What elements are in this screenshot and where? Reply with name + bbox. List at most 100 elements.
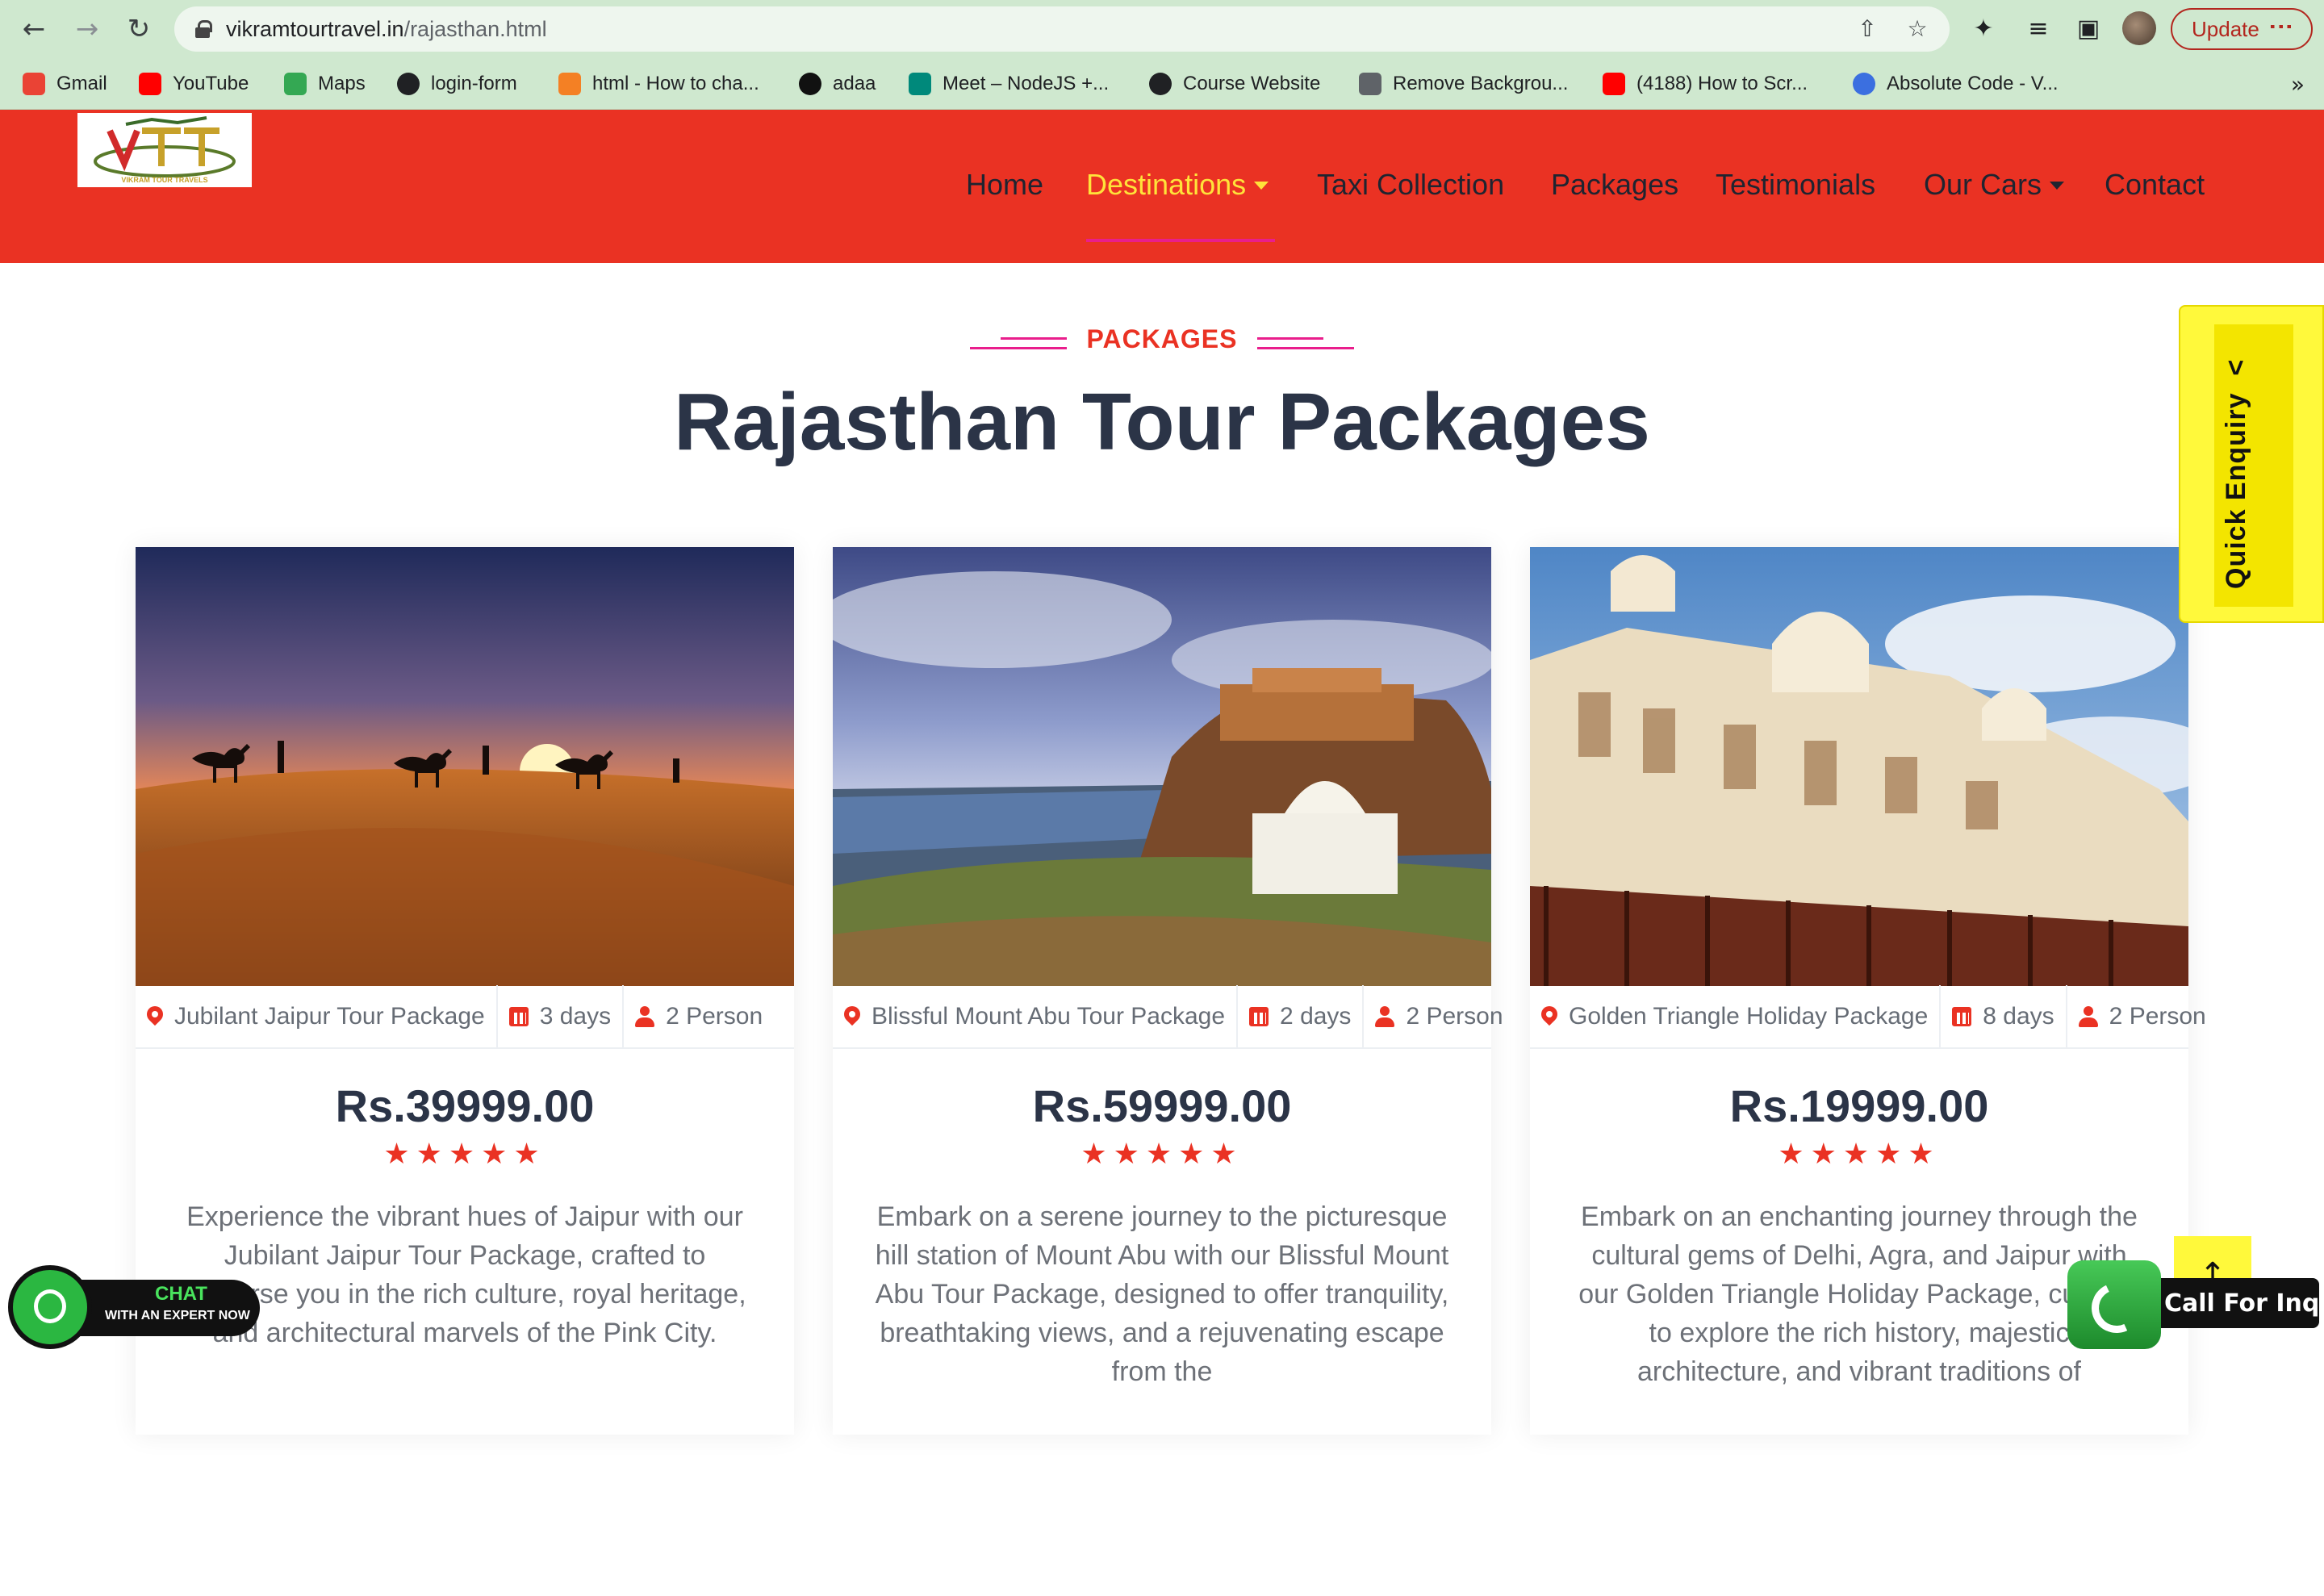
map-pin-icon [1541,1006,1557,1027]
package-duration: 8 days [1941,985,2067,1048]
svg-text:VIKRAM TOUR TRAVELS: VIKRAM TOUR TRAVELS [121,176,207,184]
meet-icon [909,73,931,95]
lock-icon[interactable] [195,20,212,38]
nav-packages[interactable]: Packages [1551,168,1678,202]
page-title: Rajasthan Tour Packages [674,377,1650,467]
section-eyebrow: PACKAGES [1086,324,1238,353]
package-price: Rs.59999.00 [1032,1080,1292,1131]
package-location: Golden Triangle Holiday Package [1530,985,1942,1048]
nav-destinations[interactable]: Destinations [1086,168,1269,202]
nav-testimonials[interactable]: Testimonials [1716,168,1875,202]
share-icon[interactable]: ⇧ [1854,16,1880,42]
forward-arrow-icon[interactable]: → [69,11,105,47]
nav-our-cars[interactable]: Our Cars [1924,168,2065,202]
user-icon [635,1006,655,1027]
package-description: Embark on an enchanting journey through … [1578,1201,2140,1387]
bookmark-absolute-code[interactable]: Absolute Code - V... [1853,69,2059,98]
user-icon [2078,1006,2098,1027]
bookmark-remove-background[interactable]: Remove Backgrou... [1359,69,1568,98]
package-card[interactable]: Blissful Mount Abu Tour Package 2 days 2… [833,547,1503,1435]
chevron-up-icon: < [2221,358,2251,376]
bookmark-star-icon[interactable]: ☆ [1904,16,1930,42]
logo-image: VIKRAM TOUR TRAVELS [94,116,236,184]
bookmark-adaa[interactable]: adaa [799,69,876,98]
stackoverflow-icon [558,73,581,95]
bookmark-maps[interactable]: Maps [284,69,366,98]
absolute-code-icon [1853,73,1875,95]
profile-avatar-icon[interactable] [2122,11,2156,45]
nav-taxi-collection[interactable]: Taxi Collection [1317,168,1504,202]
package-persons: 2 Person [2067,985,2217,1048]
call-label: Call For Inquiry [2164,1289,2324,1318]
package-image-desert[interactable] [136,547,794,986]
youtube-icon [1603,73,1625,95]
update-label: Update [2192,16,2259,41]
more-menu-icon[interactable]: ⋮ [2267,15,2295,37]
star-rating-icon: ★★★★★ [383,1138,546,1171]
package-location: Jubilant Jaipur Tour Package [136,985,498,1048]
chat-label: CHAT [155,1283,207,1305]
package-persons: 2 Person [624,985,774,1048]
package-duration: 3 days [498,985,625,1048]
chat-sublabel: WITH AN EXPERT NOW [105,1309,250,1322]
package-persons: 2 Person [1364,985,1514,1048]
package-duration: 2 days [1238,985,1365,1048]
bookmark-youtube-video[interactable]: (4188) How to Scr... [1603,69,1808,98]
maps-icon [284,73,307,95]
package-location: Blissful Mount Abu Tour Package [833,985,1239,1048]
star-rating-icon: ★★★★★ [1778,1138,1941,1171]
globe-icon [397,73,420,95]
chevron-down-icon [1254,182,1269,190]
quick-enquiry-tab[interactable]: Quick Enquiry < [2179,305,2324,623]
calendar-icon [1249,1007,1269,1026]
bookmark-stackoverflow[interactable]: html - How to cha... [558,69,759,98]
update-button[interactable]: Update ⋮ [2171,8,2313,50]
bookmark-login-form[interactable]: login-form [397,69,517,98]
bookmark-course-website[interactable]: Course Website [1149,69,1320,98]
extensions-icon[interactable]: ✦ [1967,13,2000,45]
package-price: Rs.39999.00 [335,1080,595,1131]
phone-icon [2067,1260,2161,1349]
reload-icon[interactable]: ↻ [121,11,157,47]
map-pin-icon [844,1006,860,1027]
globe-icon [1149,73,1172,95]
whatsapp-chat-button[interactable]: CHAT WITH AN EXPERT NOW [8,1265,260,1349]
package-image-fort[interactable] [833,547,1491,986]
bookmarks-overflow-icon[interactable]: » [2291,71,2305,98]
package-price: Rs.19999.00 [1729,1080,1989,1131]
nav-contact[interactable]: Contact [2105,168,2205,202]
nav-home[interactable]: Home [966,168,1043,202]
calendar-icon [508,1007,529,1026]
bookmark-gmail[interactable]: Gmail [23,69,107,98]
gmail-icon [23,73,45,95]
quick-enquiry-label: Quick Enquiry < [2221,358,2251,589]
whatsapp-chat-pill: CHAT WITH AN EXPERT NOW [73,1280,260,1336]
url-text[interactable]: vikramtourtravel.in/rajasthan.html [226,17,547,42]
chevron-down-icon [2050,182,2065,190]
call-for-inquiry-button[interactable]: Call For Inquiry [2067,1260,2324,1349]
address-bar[interactable]: vikramtourtravel.in/rajasthan.html ⇧ ☆ [174,6,1950,52]
package-description: Experience the vibrant hues of Jaipur wi… [183,1201,746,1348]
whatsapp-icon [8,1265,92,1349]
map-pin-icon [147,1006,163,1027]
active-nav-underline [1086,239,1275,242]
user-icon [1375,1006,1395,1027]
youtube-icon [139,73,161,95]
package-meta: Blissful Mount Abu Tour Package 2 days 2… [833,985,1503,1049]
layers-icon [1359,73,1381,95]
side-panel-icon[interactable]: ▣ [2072,13,2105,45]
back-arrow-icon[interactable]: ← [16,11,52,47]
browser-toolbar: ← → ↻ vikramtourtravel.in/rajasthan.html… [0,0,2324,58]
package-meta: Jubilant Jaipur Tour Package 3 days 2 Pe… [136,985,794,1049]
bookmark-youtube[interactable]: YouTube [139,69,249,98]
bookmark-meet[interactable]: Meet – NodeJS +... [909,69,1109,98]
package-image-palace[interactable] [1530,547,2188,986]
site-logo[interactable]: VIKRAM TOUR TRAVELS [77,113,252,187]
bookmarks-bar: Gmail YouTube Maps login-form html - How… [0,58,2324,110]
adaa-icon [799,73,821,95]
package-meta: Golden Triangle Holiday Package 8 days 2… [1530,985,2206,1049]
star-rating-icon: ★★★★★ [1080,1138,1244,1171]
package-description: Embark on a serene journey to the pictur… [875,1201,1449,1387]
calendar-icon [1952,1007,1972,1026]
reading-list-icon[interactable]: ≡ [2022,13,2054,45]
